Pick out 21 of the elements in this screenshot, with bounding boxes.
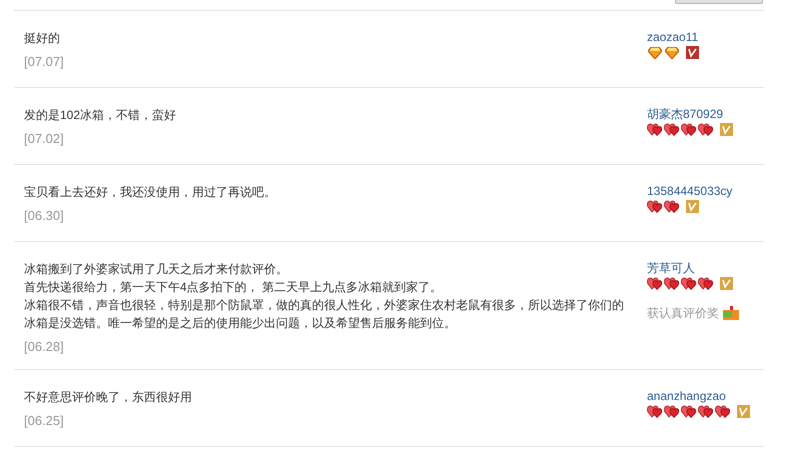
gift-icon: [723, 306, 739, 320]
award-label: 获认真评价奖: [647, 305, 719, 322]
review-date: [07.07]: [24, 54, 65, 70]
username-link[interactable]: 胡豪杰870929: [647, 106, 733, 122]
review-text: 首先快递很给力，第一天下午4点多拍下的， 第二天早上九点多冰箱就到家了。: [24, 279, 444, 296]
review-text: 宝贝看上去还好，我还没使用，用过了再说吧。: [24, 184, 277, 201]
review-date: [07.02]: [24, 131, 65, 147]
review-date: [06.25]: [24, 413, 65, 429]
username-link[interactable]: 13584445033cy: [647, 183, 732, 199]
button[interactable]: [675, 0, 763, 4]
review-text: 冰箱很不错，声音也很轻，特别是那个防鼠罩，做的真的很人性化，外婆家住农村老鼠有很多，所以选择了你们的: [24, 297, 625, 314]
review-text: 挺好的: [24, 30, 61, 47]
username-link[interactable]: 芳草可人: [647, 260, 739, 276]
review-text: 不好意思评价晚了，东西很好用: [24, 389, 193, 406]
review-text: 冰箱搬到了外婆家试用了几天之后才来付款评价。: [24, 261, 289, 278]
username-link[interactable]: zaozao11: [647, 29, 699, 45]
review-text: 冰箱是没选错。唯一希望的是之后的使用能少出问题，以及希望售后服务能到位。: [24, 315, 457, 332]
review-text: 发的是102冰箱，不错，蛮好: [24, 107, 178, 124]
review-date: [06.30]: [24, 208, 65, 224]
review-date: [06.28]: [24, 339, 65, 355]
username-link[interactable]: ananzhangzao: [647, 388, 750, 404]
